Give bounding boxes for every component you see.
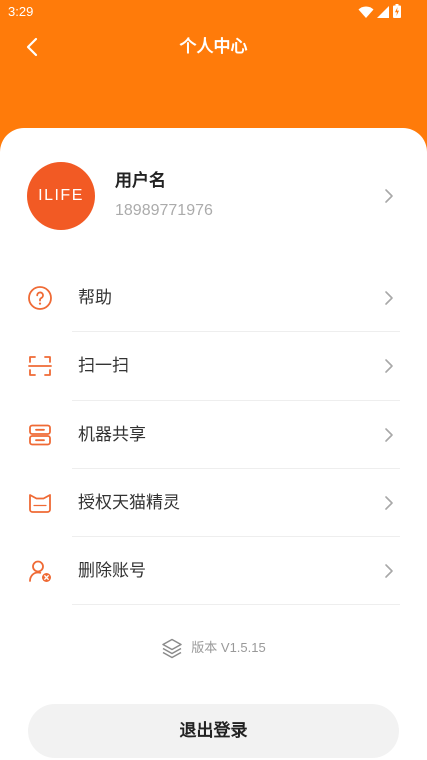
help-icon	[28, 286, 52, 310]
delete-account-icon	[29, 560, 51, 582]
menu-item-tmall-genie[interactable]: 授权天猫精灵	[0, 469, 427, 537]
wifi-icon	[358, 6, 374, 18]
chevron-right-icon	[385, 189, 393, 203]
battery-charging-icon	[393, 4, 401, 18]
menu-item-delete-account[interactable]: 删除账号	[0, 537, 427, 606]
menu-item-label: 扫一扫	[78, 356, 129, 376]
status-time: 3:29	[8, 4, 34, 19]
version-info: 版本 V1.5.15	[0, 637, 427, 659]
page-title: 个人中心	[179, 37, 248, 56]
chevron-right-icon	[385, 291, 393, 305]
version-text: 版本 V1.5.15	[191, 640, 266, 655]
phone-number: 18989771976	[115, 202, 213, 219]
menu-item-help[interactable]: 帮助	[0, 264, 427, 333]
layers-icon	[162, 638, 183, 659]
profile-row[interactable]: ILIFE 用户名 18989771976	[0, 128, 427, 248]
chevron-right-icon	[385, 427, 393, 442]
status-bar: 3:29	[0, 0, 427, 24]
username: 用户名	[115, 171, 166, 190]
menu-list: 帮助 扫一扫 机器共享 授权天猫精灵 删除账号	[0, 264, 427, 606]
logout-label: 退出登录	[179, 721, 248, 740]
avatar-logo-text: ILIFE	[38, 187, 84, 204]
chevron-right-icon	[385, 495, 393, 510]
menu-item-device-share[interactable]: 机器共享	[0, 401, 427, 469]
scan-icon	[28, 356, 52, 377]
logout-button[interactable]: 退出登录	[28, 704, 399, 758]
chevron-right-icon	[385, 564, 393, 578]
menu-item-label: 机器共享	[78, 424, 146, 444]
menu-item-label: 授权天猫精灵	[78, 492, 180, 512]
tmall-genie-icon	[29, 493, 51, 513]
menu-item-label: 帮助	[78, 288, 112, 307]
chevron-right-icon	[385, 359, 393, 374]
profile-card: ILIFE 用户名 18989771976 帮助 扫一扫 机器共享 授权天猫精灵…	[0, 128, 427, 760]
avatar: ILIFE	[27, 162, 95, 230]
divider	[72, 604, 400, 606]
menu-item-scan[interactable]: 扫一扫	[0, 332, 427, 401]
cellular-signal-icon	[377, 6, 389, 18]
device-share-icon	[29, 424, 51, 445]
menu-item-label: 删除账号	[78, 561, 146, 580]
